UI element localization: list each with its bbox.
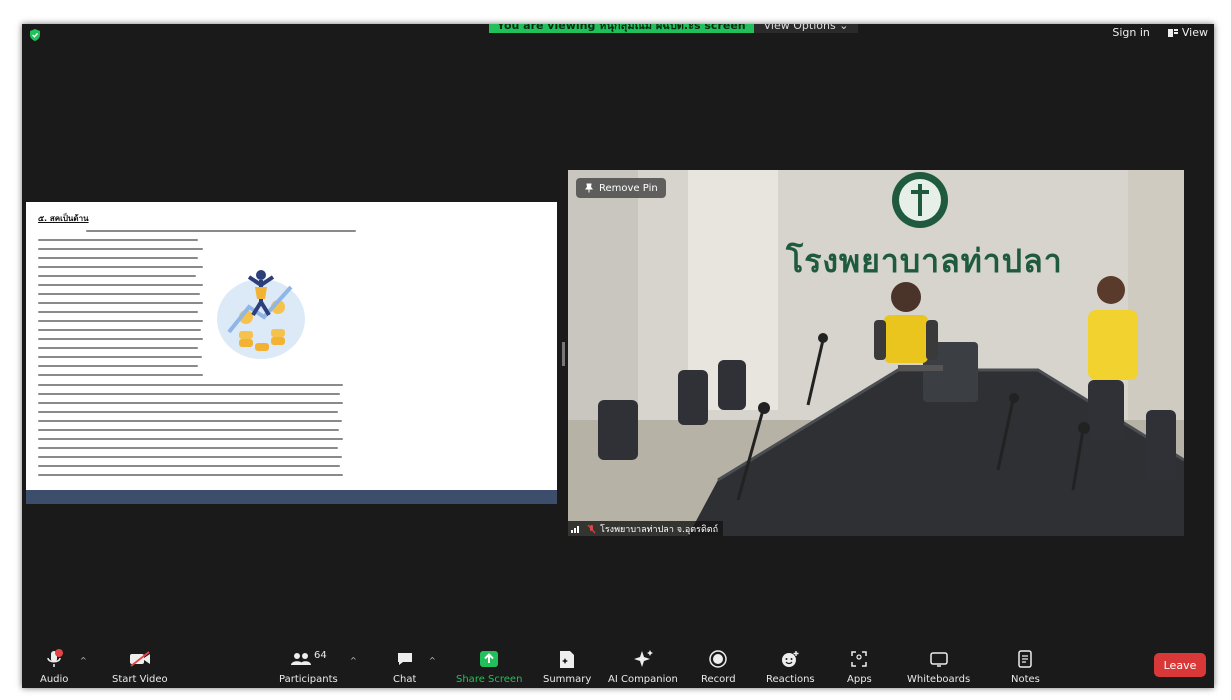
muted-mic-icon — [587, 524, 596, 533]
share-screen-button[interactable]: Share Screen — [456, 646, 522, 688]
viewing-text: You are viewing หนุกสุมณม ผฉปต.ะs screen — [489, 24, 754, 33]
view-layout-icon — [1167, 28, 1178, 37]
ai-sparkle-icon — [633, 650, 653, 667]
ai-companion-button[interactable]: AI Companion — [608, 646, 678, 688]
sign-in-link[interactable]: Sign in — [1112, 26, 1150, 39]
audio-options-chevron-icon[interactable]: ^ — [80, 656, 87, 665]
notes-button[interactable]: Notes — [1011, 646, 1040, 688]
document-footer-band — [26, 490, 557, 504]
view-options-button[interactable]: View Options ⌄ — [753, 24, 859, 33]
security-shield-icon[interactable] — [28, 28, 42, 42]
notes-label: Notes — [1011, 674, 1040, 685]
whiteboards-label: Whiteboards — [907, 674, 971, 685]
microphone-icon — [47, 649, 64, 667]
shared-screen[interactable]: ๕. สคเป็นด้าน — [26, 202, 557, 504]
chat-label: Chat — [393, 674, 417, 685]
participants-label: Participants — [279, 674, 338, 685]
whiteboards-button[interactable]: Whiteboards — [907, 646, 970, 688]
start-video-button[interactable]: Start Video — [112, 646, 168, 688]
notes-icon — [1018, 650, 1033, 668]
record-label: Record — [701, 674, 736, 685]
record-icon — [709, 650, 728, 668]
video-scene — [568, 170, 1184, 536]
panel-resize-handle[interactable] — [562, 342, 565, 366]
summary-label: Summary — [543, 674, 592, 685]
pin-icon — [585, 183, 593, 193]
chat-options-chevron-icon[interactable]: ^ — [429, 656, 436, 665]
viewing-banner: You are viewing หนุกสุมณม ผฉปต.ะs screen… — [489, 24, 859, 33]
apps-icon — [851, 651, 868, 667]
remove-pin-button[interactable]: Remove Pin — [576, 178, 666, 198]
whiteboard-icon — [929, 652, 948, 667]
summary-button[interactable]: Summary — [543, 646, 591, 688]
apps-button[interactable]: Apps — [847, 646, 872, 688]
view-label: View — [1181, 26, 1208, 39]
participants-options-chevron-icon[interactable]: ^ — [350, 656, 357, 665]
participants-icon — [291, 653, 311, 665]
view-button[interactable]: View — [1167, 26, 1208, 39]
wall-sign-text: โรงพยาบาลท่าปลา — [786, 242, 1063, 280]
chat-button[interactable]: Chat — [393, 646, 416, 688]
participants-count: 64 — [314, 649, 327, 661]
document-illustration — [217, 270, 305, 359]
meeting-toolbar: Audio ^ Start Video 64 Participants ^ Ch… — [22, 636, 1214, 688]
remove-pin-label: Remove Pin — [599, 182, 658, 194]
chat-icon — [397, 653, 412, 665]
apps-label: Apps — [847, 674, 872, 685]
share-screen-label: Share Screen — [456, 674, 523, 685]
audio-button[interactable]: Audio — [40, 646, 68, 688]
reactions-smiley-icon — [782, 651, 799, 667]
participants-button[interactable]: 64 Participants — [279, 646, 338, 688]
audio-label: Audio — [40, 674, 69, 685]
view-options-label: View Options — [763, 24, 836, 32]
reactions-button[interactable]: Reactions — [766, 646, 815, 688]
record-button[interactable]: Record — [701, 646, 736, 688]
participant-name: โรงพยาบาลท่าปลา จ.อุตรดิตถ์ — [600, 524, 719, 535]
signal-strength-icon — [571, 526, 579, 533]
pinned-video[interactable]: โรงพยาบาลท่าปลา Remove Pin โรงพยาบาลท่าป… — [568, 170, 1184, 536]
ai-companion-label: AI Companion — [608, 674, 678, 685]
chevron-down-icon: ⌄ — [839, 24, 849, 32]
reactions-label: Reactions — [766, 674, 815, 685]
leave-button[interactable]: Leave — [1154, 653, 1206, 677]
summary-icon — [560, 650, 575, 668]
top-right-controls: Sign in View — [1112, 26, 1208, 39]
video-off-icon — [129, 651, 150, 667]
zoom-window: You are viewing หนุกสุมณม ผฉปต.ะs screen… — [22, 24, 1214, 688]
participant-name-tag: โรงพยาบาลท่าปลา จ.อุตรดิตถ์ — [568, 521, 724, 536]
share-screen-icon — [480, 651, 499, 667]
start-video-label: Start Video — [112, 674, 168, 685]
document-heading: ๕. สคเป็นด้าน — [38, 214, 89, 223]
